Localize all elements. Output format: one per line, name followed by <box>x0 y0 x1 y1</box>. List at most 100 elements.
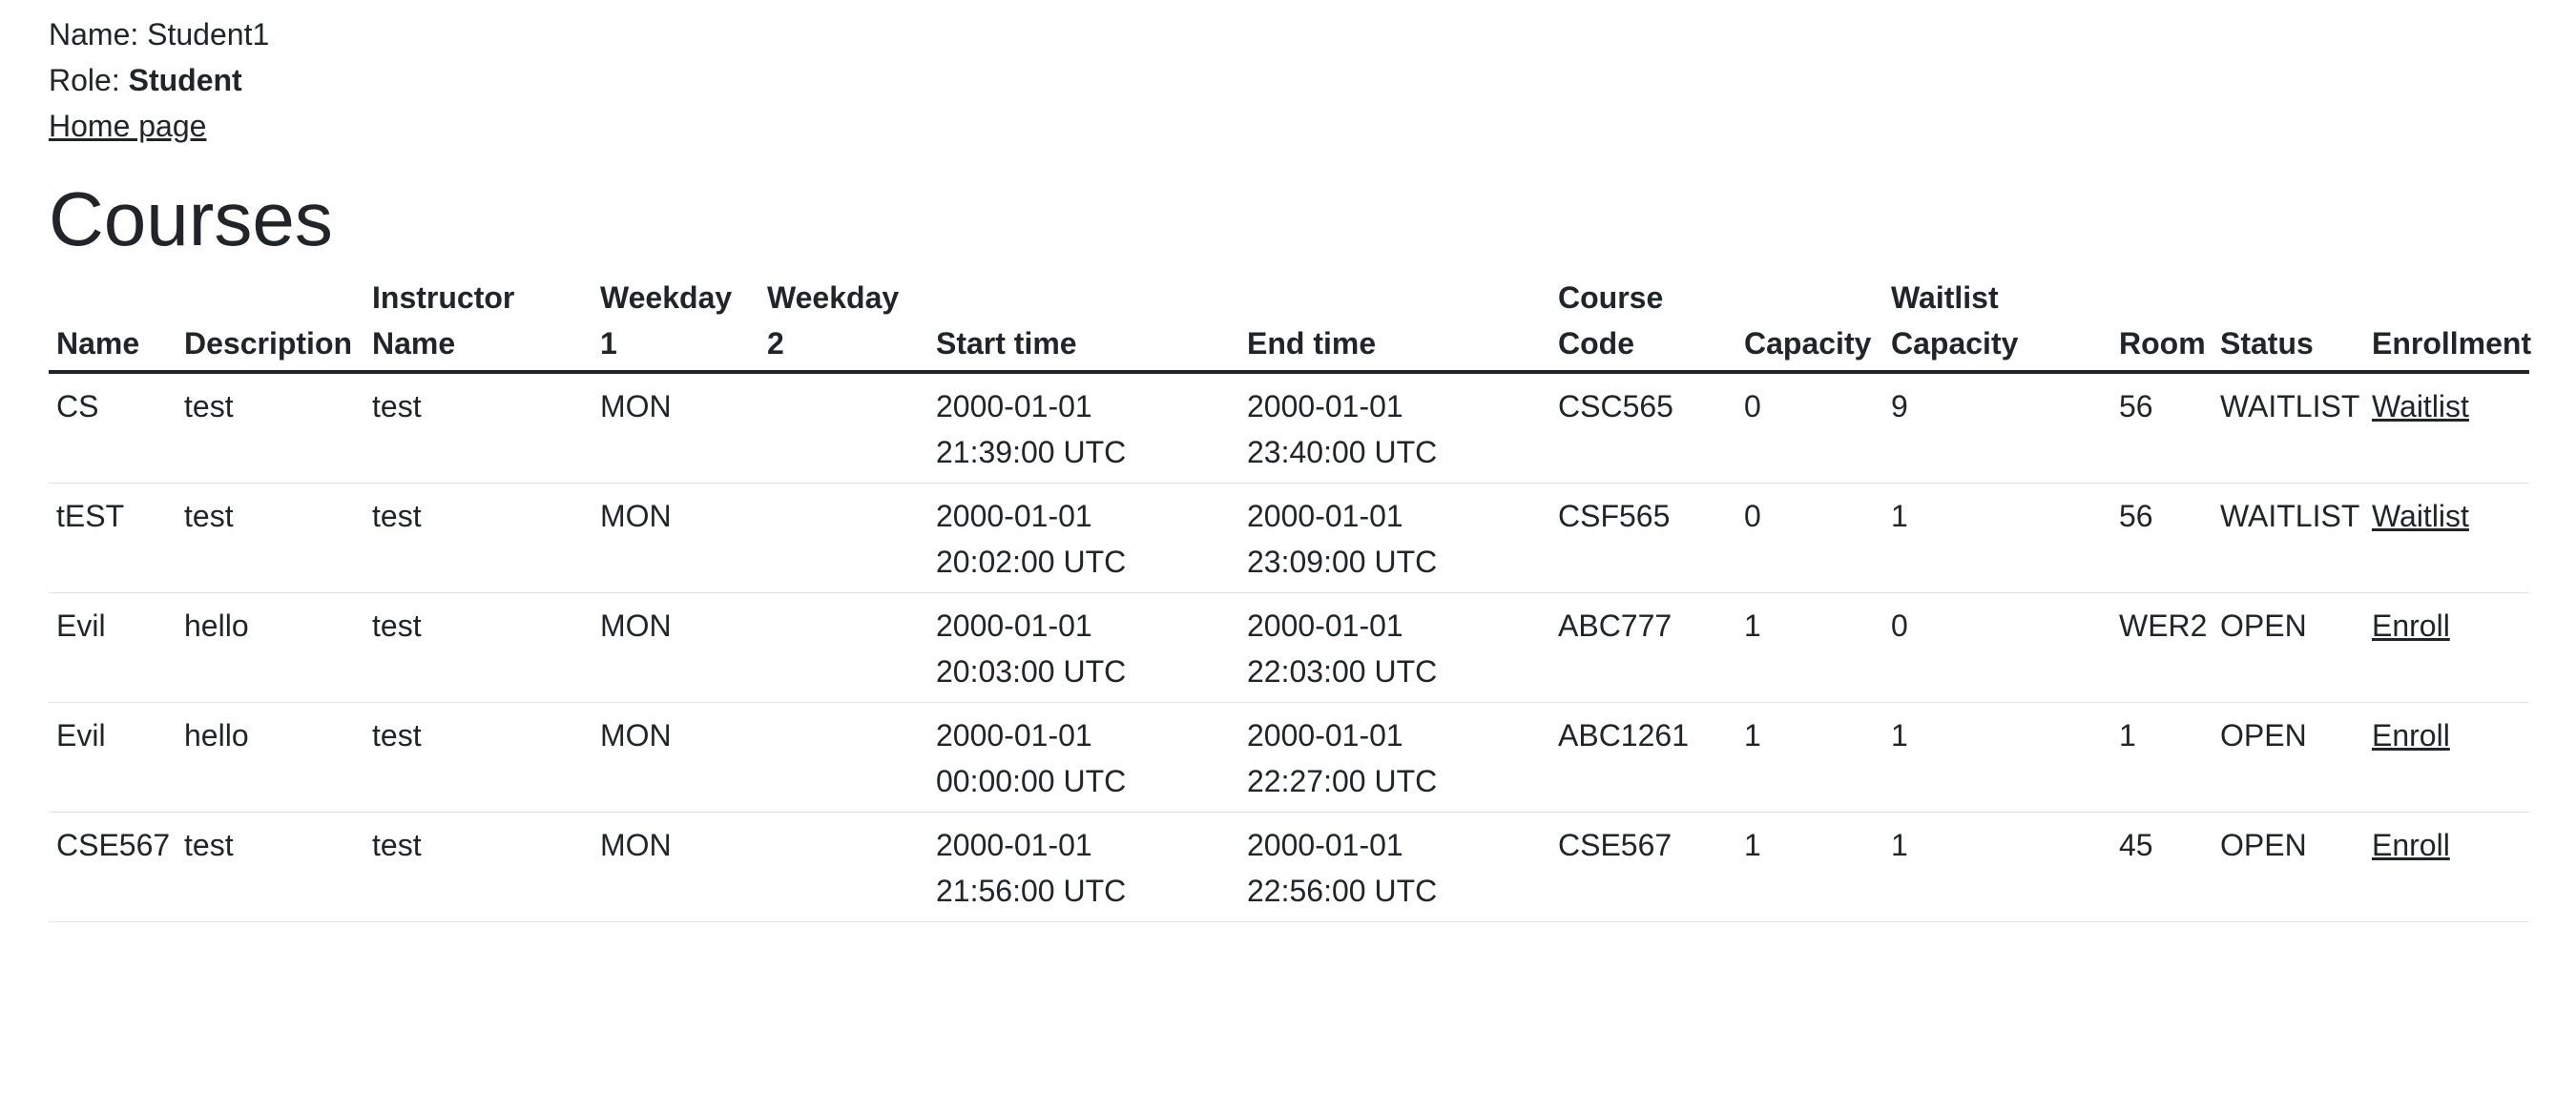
course-room: 56 <box>2111 372 2212 484</box>
course-end-time: 2000-01-01 22:56:00 UTC <box>1239 812 1550 922</box>
start-date: 2000-01-01 <box>936 828 1092 862</box>
course-enrollment-cell: Enroll <box>2364 592 2529 703</box>
course-end-time: 2000-01-01 23:09:00 UTC <box>1239 483 1550 593</box>
end-clock: 23:40:00 UTC <box>1247 435 1438 469</box>
end-clock: 22:56:00 UTC <box>1247 874 1438 908</box>
page-title: Courses <box>49 176 333 261</box>
start-date: 2000-01-01 <box>936 718 1092 753</box>
course-enrollment-cell: Waitlist <box>2364 483 2529 593</box>
course-enrollment-cell: Waitlist <box>2364 372 2529 484</box>
course-instructor: test <box>364 483 592 593</box>
start-clock: 21:39:00 UTC <box>936 435 1127 469</box>
course-room: 45 <box>2111 812 2212 922</box>
enroll-link[interactable]: Enroll <box>2372 608 2450 643</box>
end-date: 2000-01-01 <box>1247 608 1403 643</box>
course-capacity: 1 <box>1736 812 1883 922</box>
course-description: hello <box>177 592 364 703</box>
header-capacity: Capacity <box>1736 275 1883 374</box>
role-value: Student <box>128 63 242 97</box>
course-description: test <box>177 372 364 484</box>
course-weekday-2 <box>759 592 928 703</box>
home-page-link[interactable]: Home page <box>49 109 206 143</box>
course-waitlist-capacity: 9 <box>1883 372 2111 484</box>
course-description: hello <box>177 702 364 813</box>
header-room: Room <box>2111 275 2212 374</box>
role-label: Role: <box>49 63 129 97</box>
course-code: ABC1261 <box>1550 702 1736 813</box>
course-waitlist-capacity: 1 <box>1883 812 2111 922</box>
course-name: CS <box>49 372 177 484</box>
course-room: 1 <box>2111 702 2212 813</box>
course-enrollment-cell: Enroll <box>2364 812 2529 922</box>
course-start-time: 2000-01-01 20:03:00 UTC <box>928 592 1239 703</box>
start-clock: 20:03:00 UTC <box>936 654 1127 689</box>
course-status: WAITLIST <box>2212 483 2364 593</box>
start-date: 2000-01-01 <box>936 499 1092 533</box>
course-room: WER2 <box>2111 592 2212 703</box>
user-name: Name: Student1 <box>49 17 270 52</box>
header-start-time: Start time <box>928 275 1239 374</box>
course-code: CSE567 <box>1550 812 1736 922</box>
course-instructor: test <box>364 372 592 484</box>
course-start-time: 2000-01-01 21:39:00 UTC <box>928 372 1239 484</box>
course-start-time: 2000-01-01 21:56:00 UTC <box>928 812 1239 922</box>
end-clock: 22:27:00 UTC <box>1247 764 1438 798</box>
course-code: ABC777 <box>1550 592 1736 703</box>
course-weekday-2 <box>759 812 928 922</box>
course-capacity: 1 <box>1736 592 1883 703</box>
course-end-time: 2000-01-01 22:27:00 UTC <box>1239 702 1550 813</box>
start-clock: 20:02:00 UTC <box>936 545 1127 579</box>
header-weekday-2: Weekday 2 <box>759 275 928 374</box>
course-weekday-1: MON <box>592 483 759 593</box>
waitlist-link[interactable]: Waitlist <box>2372 499 2469 533</box>
course-room: 56 <box>2111 483 2212 593</box>
table-row: Evil hello test MON 2000-01-01 20:03:00 U… <box>49 592 2529 703</box>
header-course-code: Course Code <box>1550 275 1736 374</box>
header-waitlist-capacity: Waitlist Capacity <box>1883 275 2111 374</box>
course-instructor: test <box>364 702 592 813</box>
course-waitlist-capacity: 1 <box>1883 483 2111 593</box>
table-row: tEST test test MON 2000-01-01 20:02:00 UT… <box>49 483 2529 593</box>
course-end-time: 2000-01-01 22:03:00 UTC <box>1239 592 1550 703</box>
course-capacity: 0 <box>1736 483 1883 593</box>
page-container: Name: Student1 Role: Student Home page C… <box>49 11 2531 922</box>
header-end-time: End time <box>1239 275 1550 374</box>
enroll-link[interactable]: Enroll <box>2372 718 2450 753</box>
course-name: Evil <box>49 702 177 813</box>
course-instructor: test <box>364 812 592 922</box>
enroll-link[interactable]: Enroll <box>2372 828 2450 862</box>
course-code: CSC565 <box>1550 372 1736 484</box>
course-description: test <box>177 812 364 922</box>
start-date: 2000-01-01 <box>936 389 1092 423</box>
end-date: 2000-01-01 <box>1247 828 1403 862</box>
header-enrollment: Enrollment <box>2364 275 2531 374</box>
course-weekday-1: MON <box>592 812 759 922</box>
end-date: 2000-01-01 <box>1247 499 1403 533</box>
user-role: Role: Student <box>49 57 2529 103</box>
end-date: 2000-01-01 <box>1247 389 1403 423</box>
waitlist-link[interactable]: Waitlist <box>2372 389 2469 423</box>
course-code: CSF565 <box>1550 483 1736 593</box>
course-name: CSE567 <box>49 812 177 922</box>
table-row: CS test test MON 2000-01-01 21:39:00 UTC … <box>49 372 2529 484</box>
header-description: Description <box>177 275 364 374</box>
table-row: CSE567 test test MON 2000-01-01 21:56:00 … <box>49 812 2529 922</box>
header-weekday-1: Weekday 1 <box>592 275 759 374</box>
course-capacity: 0 <box>1736 372 1883 484</box>
course-waitlist-capacity: 1 <box>1883 702 2111 813</box>
course-status: OPEN <box>2212 702 2364 813</box>
course-capacity: 1 <box>1736 702 1883 813</box>
course-end-time: 2000-01-01 23:40:00 UTC <box>1239 372 1550 484</box>
course-status: OPEN <box>2212 812 2364 922</box>
course-start-time: 2000-01-01 20:02:00 UTC <box>928 483 1239 593</box>
course-description: test <box>177 483 364 593</box>
course-weekday-2 <box>759 372 928 484</box>
course-weekday-1: MON <box>592 702 759 813</box>
end-clock: 23:09:00 UTC <box>1247 545 1438 579</box>
header-status: Status <box>2212 275 2364 374</box>
course-status: WAITLIST <box>2212 372 2364 484</box>
table-row: Evil hello test MON 2000-01-01 00:00:00 U… <box>49 702 2529 813</box>
course-status: OPEN <box>2212 592 2364 703</box>
start-date: 2000-01-01 <box>936 608 1092 643</box>
course-weekday-2 <box>759 702 928 813</box>
